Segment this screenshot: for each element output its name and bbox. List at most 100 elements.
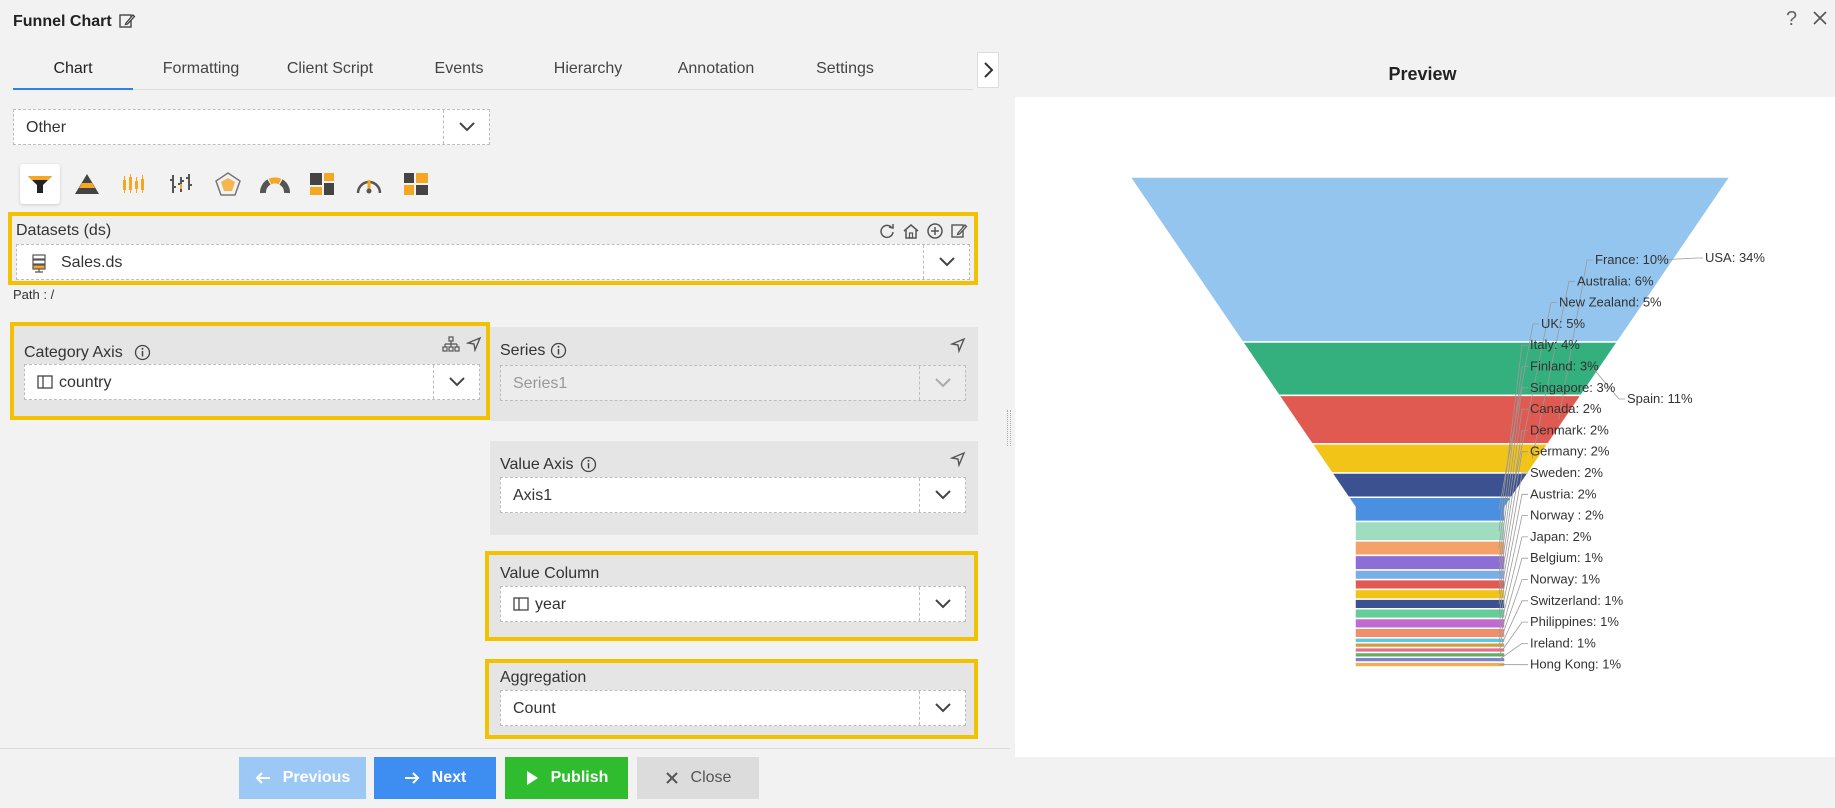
aggregation-label: Aggregation xyxy=(500,669,587,686)
candlestick-icon[interactable] xyxy=(114,164,154,204)
value-column-value: year xyxy=(535,596,567,613)
chevron-down-icon[interactable] xyxy=(919,691,965,725)
funnel-segment[interactable] xyxy=(1354,520,1506,542)
datasets-label: Datasets (ds) xyxy=(16,222,112,239)
edit-title-icon[interactable] xyxy=(118,12,136,35)
funnel-label: Philippines: 1% xyxy=(1530,614,1619,629)
funnel-segment[interactable] xyxy=(1354,540,1506,557)
funnel-segment[interactable] xyxy=(1354,617,1506,629)
add-circle-icon[interactable] xyxy=(926,222,944,245)
funnel-label: Singapore: 3% xyxy=(1530,380,1616,395)
tab-settings[interactable]: Settings xyxy=(785,50,905,90)
info-icon[interactable] xyxy=(580,456,597,478)
aggregation-select[interactable]: Count xyxy=(500,690,966,726)
chevron-down-icon[interactable] xyxy=(433,365,479,399)
preview-canvas: USA: 34% Spain: 11% France: 10% Australia: … xyxy=(1015,97,1835,757)
funnel-label: Switzerland: 1% xyxy=(1530,593,1624,608)
chevron-down-icon[interactable] xyxy=(919,478,965,512)
chevron-down-icon[interactable] xyxy=(919,366,965,400)
publish-button[interactable]: Publish xyxy=(505,757,628,799)
previous-label: Previous xyxy=(282,769,351,786)
value-axis-label: Value Axis xyxy=(500,456,574,473)
hierarchy-icon[interactable] xyxy=(442,336,460,357)
funnel-segment[interactable] xyxy=(1354,598,1506,610)
arrow-left-icon xyxy=(255,772,270,784)
value-column-label: Value Column xyxy=(500,565,600,582)
funnel-icon[interactable] xyxy=(20,164,60,204)
info-icon[interactable] xyxy=(550,342,567,364)
funnel-segment[interactable] xyxy=(1330,472,1530,498)
value-column-section: Value Column year xyxy=(485,551,978,641)
funnel-segment[interactable] xyxy=(1354,554,1506,571)
treemap-icon[interactable] xyxy=(302,164,342,204)
value-axis-select[interactable]: Axis1 xyxy=(500,477,966,513)
value-axis-section: Value Axis Axis1 xyxy=(490,441,978,535)
info-icon[interactable] xyxy=(134,344,151,366)
tab-events[interactable]: Events xyxy=(399,50,519,90)
datasets-tools xyxy=(878,222,968,245)
refresh-icon[interactable] xyxy=(878,222,896,245)
funnel-segment[interactable] xyxy=(1354,661,1506,668)
chart-group-select[interactable]: Other xyxy=(13,109,490,145)
ohlc-icon[interactable] xyxy=(161,164,201,204)
navigate-icon[interactable] xyxy=(465,336,482,357)
radar-icon[interactable] xyxy=(208,164,248,204)
close-icon[interactable] xyxy=(1812,10,1828,31)
tab-chart[interactable]: Chart xyxy=(13,50,133,90)
funnel-label: Australia: 6% xyxy=(1577,273,1654,288)
series-value: Series1 xyxy=(513,375,568,392)
speedometer-icon[interactable] xyxy=(349,164,389,204)
funnel-label: Japan: 2% xyxy=(1530,529,1592,544)
next-label: Next xyxy=(431,769,467,786)
help-icon[interactable]: ? xyxy=(1786,8,1797,31)
tab-annotation[interactable]: Annotation xyxy=(656,50,776,90)
tab-client-script[interactable]: Client Script xyxy=(270,50,390,90)
pyramid-icon[interactable] xyxy=(67,164,107,204)
close-label: Close xyxy=(690,769,732,786)
tab-formatting[interactable]: Formatting xyxy=(141,50,261,90)
funnel-segment[interactable] xyxy=(1354,588,1506,600)
tab-bar: Chart Formatting Client Script Events Hi… xyxy=(13,50,973,90)
category-axis-select[interactable]: country xyxy=(24,364,480,400)
navigate-icon[interactable] xyxy=(949,337,966,358)
funnel-label: Finland: 3% xyxy=(1530,359,1599,374)
funnel-segment[interactable] xyxy=(1354,578,1506,591)
chevron-down-icon[interactable] xyxy=(923,245,969,279)
edit-icon[interactable] xyxy=(950,222,968,245)
value-column-select[interactable]: year xyxy=(500,586,966,622)
close-icon xyxy=(665,772,678,784)
heatmap-icon[interactable] xyxy=(396,164,436,204)
series-select[interactable]: Series1 xyxy=(500,365,966,401)
funnel-label: Norway: 1% xyxy=(1530,572,1601,587)
next-button[interactable]: Next xyxy=(374,757,496,799)
category-axis-section: Category Axis country xyxy=(10,322,490,420)
home-icon[interactable] xyxy=(902,222,920,245)
column-icon xyxy=(513,597,529,616)
navigate-icon[interactable] xyxy=(949,451,966,472)
aggregation-section: Aggregation Count xyxy=(485,659,978,739)
chevron-down-icon[interactable] xyxy=(443,110,489,144)
funnel-label: France: 10% xyxy=(1595,252,1669,267)
preview-panel: Preview USA: 34% Spain: 11% France: 10% Aus… xyxy=(1015,50,1835,758)
window-title: Funnel Chart xyxy=(13,13,112,30)
gauge-icon[interactable] xyxy=(255,164,295,204)
funnel-label: Canada: 2% xyxy=(1530,401,1602,416)
funnel-label: Belgium: 1% xyxy=(1530,550,1603,565)
previous-button[interactable]: Previous xyxy=(239,757,366,799)
close-button[interactable]: Close xyxy=(637,757,759,799)
funnel-segment[interactable] xyxy=(1354,627,1506,639)
funnel-segment[interactable] xyxy=(1354,608,1506,620)
tab-hierarchy[interactable]: Hierarchy xyxy=(528,50,648,90)
datasets-select[interactable]: Sales.ds xyxy=(16,244,970,280)
value-axis-value: Axis1 xyxy=(513,487,553,504)
funnel-segment[interactable] xyxy=(1354,569,1506,581)
funnel-segment[interactable] xyxy=(1346,496,1514,523)
tabs-scroll-right-button[interactable] xyxy=(977,52,999,88)
funnel-label: Austria: 2% xyxy=(1530,486,1597,501)
panel-splitter[interactable] xyxy=(1007,410,1011,446)
chevron-down-icon[interactable] xyxy=(919,587,965,621)
series-section: Series Series1 xyxy=(490,327,978,421)
funnel-label: New Zealand: 5% xyxy=(1559,295,1662,310)
database-icon xyxy=(31,253,47,278)
title-bar: Funnel Chart ? xyxy=(0,0,1835,44)
